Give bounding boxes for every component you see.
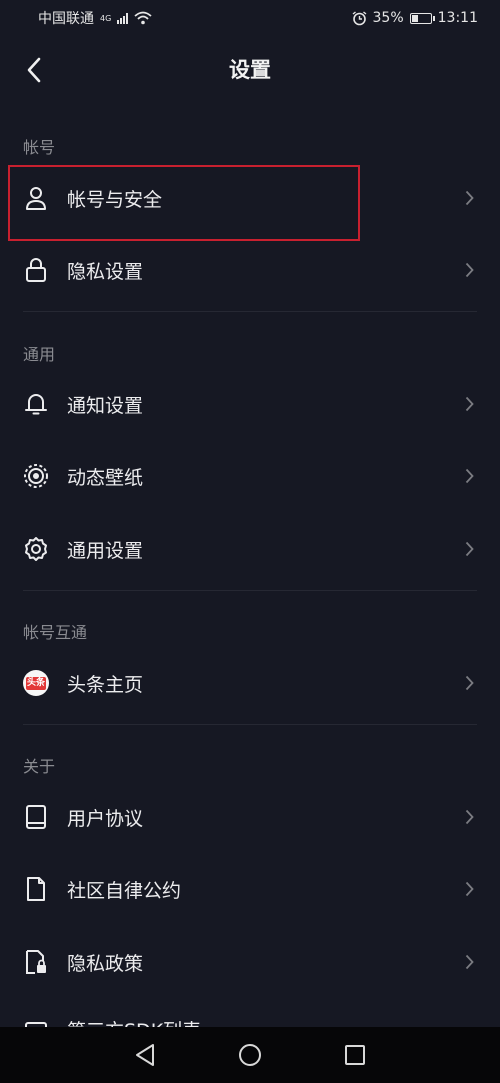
settings-item-general[interactable]: 通用设置 <box>0 514 500 584</box>
settings-item-privacy[interactable]: 隐私设置 <box>0 235 500 305</box>
bell-icon <box>22 390 50 418</box>
section-label-about: 关于 <box>23 757 56 776</box>
settings-item-label: 社区自律公约 <box>67 879 182 902</box>
settings-item-privacy-policy[interactable]: 隐私政策 <box>0 927 500 997</box>
battery-icon <box>409 12 435 24</box>
chevron-right-icon <box>462 394 476 414</box>
settings-item-third-party-sdk[interactable]: 第三方SDK列表 <box>0 1000 500 1027</box>
settings-item-live-wallpaper[interactable]: 动态壁纸 <box>0 441 500 511</box>
section-label-linked-accounts: 帐号互通 <box>23 623 88 642</box>
chevron-right-icon <box>462 879 476 899</box>
header: 设置 <box>0 40 500 100</box>
chevron-right-icon <box>462 807 476 827</box>
lock-icon <box>22 256 50 284</box>
chevron-right-icon <box>462 188 476 208</box>
divider <box>23 311 477 312</box>
toutiao-badge-text: 头条 <box>25 676 46 690</box>
system-nav-bar <box>0 1027 500 1083</box>
chevron-right-icon <box>462 466 476 486</box>
chevron-right-icon <box>462 952 476 972</box>
triangle-back-icon <box>136 1044 154 1066</box>
settings-item-community-guidelines[interactable]: 社区自律公约 <box>0 854 500 924</box>
settings-item-label: 头条主页 <box>67 673 144 696</box>
live-wallpaper-icon <box>22 462 50 490</box>
highlight-box <box>8 165 360 241</box>
book-icon <box>22 803 50 831</box>
clock: 13:11 <box>437 10 478 26</box>
settings-item-toutiao[interactable]: 头条 头条主页 <box>0 648 500 718</box>
status-bar: 中国联通 4G 35% 13:11 <box>0 0 500 36</box>
toutiao-icon: 头条 <box>22 669 50 697</box>
settings-item-label: 用户协议 <box>67 807 144 830</box>
square-recents-icon <box>345 1045 365 1065</box>
wifi-icon <box>134 11 152 25</box>
chevron-right-icon <box>462 673 476 693</box>
gear-icon <box>22 535 50 563</box>
signal-icon <box>117 12 129 24</box>
settings-item-label: 动态壁纸 <box>67 466 144 489</box>
divider <box>23 590 477 591</box>
settings-item-notifications[interactable]: 通知设置 <box>0 369 500 439</box>
privacy-document-icon <box>22 948 50 976</box>
settings-item-user-agreement[interactable]: 用户协议 <box>0 782 500 852</box>
settings-item-label: 隐私设置 <box>67 260 144 283</box>
nav-recents-button[interactable] <box>340 1040 370 1070</box>
document-icon <box>22 875 50 903</box>
settings-item-label: 第三方SDK列表 <box>67 1016 201 1027</box>
alarm-icon <box>352 10 366 25</box>
settings-item-label: 通知设置 <box>67 394 144 417</box>
chevron-right-icon <box>462 539 476 559</box>
page-title: 设置 <box>229 58 271 82</box>
section-label-general: 通用 <box>23 345 56 364</box>
section-label-account: 帐号 <box>23 138 56 157</box>
battery-percent: 35% <box>372 10 404 26</box>
divider <box>23 724 477 725</box>
settings-item-label: 通用设置 <box>67 539 144 562</box>
carrier-name: 中国联通 <box>38 11 94 27</box>
nav-back-button[interactable] <box>130 1040 160 1070</box>
network-type: 4G <box>100 13 112 23</box>
chevron-right-icon <box>462 260 476 280</box>
nav-home-button[interactable] <box>235 1040 265 1070</box>
circle-home-icon <box>239 1044 261 1066</box>
settings-item-label: 隐私政策 <box>67 952 144 975</box>
list-icon <box>22 1020 50 1027</box>
